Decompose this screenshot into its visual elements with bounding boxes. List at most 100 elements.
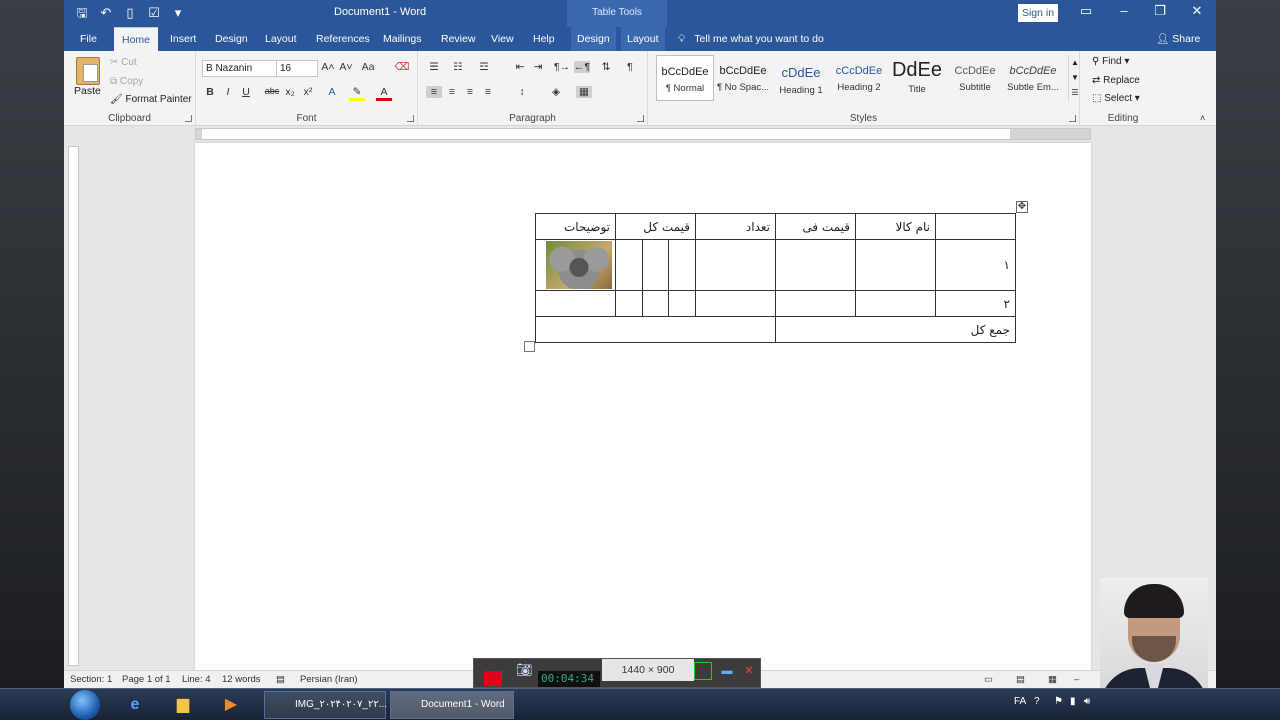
tray-flag-icon[interactable]: ⚑: [1054, 696, 1063, 707]
align-left-icon[interactable]: ≡: [426, 86, 442, 98]
table-cell[interactable]: [855, 290, 936, 317]
print-layout-icon[interactable]: ▤: [1016, 674, 1025, 685]
justify-icon[interactable]: ≡: [480, 86, 496, 98]
style-heading-2[interactable]: cCcDdEe Heading 2: [830, 55, 888, 101]
status-page[interactable]: Page 1 of 1: [122, 674, 171, 685]
table-cell-grand-total-value[interactable]: [535, 316, 776, 343]
table-cell-row-number-header[interactable]: [935, 213, 1016, 240]
restore-icon[interactable]: ❐: [1148, 3, 1172, 19]
grow-font-icon[interactable]: A˄: [320, 61, 336, 73]
close-icon[interactable]: ✕: [1185, 3, 1209, 19]
checklist-icon[interactable]: ☑: [144, 4, 164, 22]
superscript-icon[interactable]: x²: [300, 86, 316, 98]
media-player-icon[interactable]: ▶: [218, 693, 244, 717]
tray-network-icon[interactable]: ▮: [1070, 696, 1076, 707]
tab-home[interactable]: Home: [114, 27, 159, 51]
clear-formatting-icon[interactable]: ⌫: [394, 61, 410, 73]
style-heading-1[interactable]: cDdEe Heading 1: [772, 55, 830, 101]
line-spacing-icon[interactable]: ↕: [514, 86, 530, 98]
table-cell-row-1-number[interactable]: ۱: [935, 239, 1016, 291]
undo-icon[interactable]: ↶: [96, 4, 116, 22]
table-cell-image[interactable]: [535, 239, 616, 291]
table-resize-handle-icon[interactable]: [524, 341, 535, 352]
proofing-icon[interactable]: ▤: [276, 674, 285, 685]
taskbar-task-word[interactable]: Document1 - Word: [390, 691, 514, 719]
read-mode-icon[interactable]: ▭: [984, 674, 993, 685]
table-cell-product-name[interactable]: نام کالا: [855, 213, 936, 240]
font-name-box[interactable]: B Nazanin: [202, 60, 277, 77]
tab-review[interactable]: Review: [441, 27, 475, 51]
horizontal-ruler[interactable]: [195, 128, 1091, 140]
tray-help-icon[interactable]: ?: [1034, 696, 1040, 707]
font-launcher-icon[interactable]: [407, 115, 414, 122]
internet-explorer-icon[interactable]: e: [122, 693, 148, 717]
align-right-icon[interactable]: ≡: [462, 86, 478, 98]
borders-icon[interactable]: ▦: [576, 86, 592, 98]
table-cell[interactable]: [775, 239, 856, 291]
multilevel-list-icon[interactable]: ☲: [476, 61, 492, 73]
style-no-spacing[interactable]: bCcDdEe ¶ No Spac...: [714, 55, 772, 101]
taskbar-task-image-viewer[interactable]: IMG_۲۰۲۴۰۲۰۷_۲۲...: [264, 691, 387, 719]
table-cell-quantity[interactable]: تعداد: [695, 213, 776, 240]
change-case-icon[interactable]: Aa: [360, 61, 376, 73]
close-recorder-icon[interactable]: ✕: [740, 662, 758, 680]
strikethrough-icon[interactable]: abc: [264, 86, 280, 96]
tab-design[interactable]: Design: [215, 27, 248, 51]
shrink-font-icon[interactable]: A˅: [338, 61, 354, 73]
record-stop-icon[interactable]: [484, 671, 502, 686]
invoice-table[interactable]: نام کالا قیمت فی تعداد قیمت کل توضیحات ۱…: [535, 213, 1016, 343]
paste-icon[interactable]: [76, 57, 100, 85]
table-cell[interactable]: [535, 290, 616, 317]
web-layout-icon[interactable]: ▦: [1048, 674, 1057, 685]
table-cell-row-2-number[interactable]: ۲: [935, 290, 1016, 317]
clipboard-launcher-icon[interactable]: [185, 115, 192, 122]
table-cell[interactable]: [641, 239, 670, 291]
rtl-direction-icon[interactable]: ←¶: [574, 61, 590, 73]
font-size-box[interactable]: 16: [276, 60, 318, 77]
status-words[interactable]: 12 words: [222, 674, 261, 685]
minimize-recorder-icon[interactable]: ▬: [718, 662, 736, 680]
table-cell[interactable]: [668, 290, 696, 317]
tab-file[interactable]: File: [80, 27, 97, 51]
numbering-icon[interactable]: ☷: [450, 61, 466, 73]
find-button[interactable]: ⚲ Find ▾: [1092, 56, 1129, 67]
collapse-ribbon-icon[interactable]: ˄: [1200, 113, 1205, 123]
zoom-out-icon[interactable]: –: [1074, 674, 1079, 685]
status-line[interactable]: Line: 4: [182, 674, 211, 685]
table-cell[interactable]: [615, 290, 643, 317]
table-cell-unit-price[interactable]: قیمت فی: [775, 213, 856, 240]
align-center-icon[interactable]: ≡: [444, 86, 460, 98]
table-cell[interactable]: [855, 239, 936, 291]
tab-references[interactable]: References: [316, 27, 370, 51]
table-cell[interactable]: [641, 290, 670, 317]
minimize-icon[interactable]: –: [1112, 3, 1136, 18]
style-subtitle[interactable]: CcDdEe Subtitle: [946, 55, 1004, 101]
save-icon[interactable]: 🖫: [72, 4, 92, 22]
decrease-indent-icon[interactable]: ⇤: [512, 61, 528, 73]
ltr-direction-icon[interactable]: ¶→: [554, 61, 570, 73]
paragraph-launcher-icon[interactable]: [637, 115, 644, 122]
tray-language[interactable]: FA: [1014, 696, 1026, 707]
table-cell-grand-total-label[interactable]: جمع کل: [775, 316, 1016, 343]
styles-launcher-icon[interactable]: [1069, 115, 1076, 122]
status-language[interactable]: Persian (Iran): [300, 674, 358, 685]
tab-table-design[interactable]: Design: [571, 27, 616, 51]
increase-indent-icon[interactable]: ⇥: [530, 61, 546, 73]
table-cell-description[interactable]: توضیحات: [535, 213, 616, 240]
style-subtle-emphasis[interactable]: bCcDdEe Subtle Em...: [1004, 55, 1062, 101]
format-painter-button[interactable]: 🖌︎ Format Painter: [110, 94, 192, 105]
table-cell-total-price[interactable]: قیمت کل: [615, 213, 696, 240]
bold-icon[interactable]: B: [202, 86, 218, 98]
customize-qat-icon[interactable]: ▾: [168, 4, 188, 22]
underline-icon[interactable]: U: [238, 86, 254, 98]
table-cell[interactable]: [695, 290, 776, 317]
select-button[interactable]: ⬚ Select ▾: [1092, 93, 1140, 104]
sign-in-button[interactable]: Sign in: [1018, 4, 1058, 22]
tab-table-layout[interactable]: Layout: [621, 27, 665, 51]
tab-layout[interactable]: Layout: [265, 27, 297, 51]
text-effects-icon[interactable]: A: [324, 86, 340, 98]
fullscreen-icon[interactable]: [694, 662, 712, 680]
tray-volume-icon[interactable]: 🔊︎: [1084, 696, 1090, 707]
subscript-icon[interactable]: x₂: [282, 86, 298, 98]
tab-help[interactable]: Help: [533, 27, 555, 51]
